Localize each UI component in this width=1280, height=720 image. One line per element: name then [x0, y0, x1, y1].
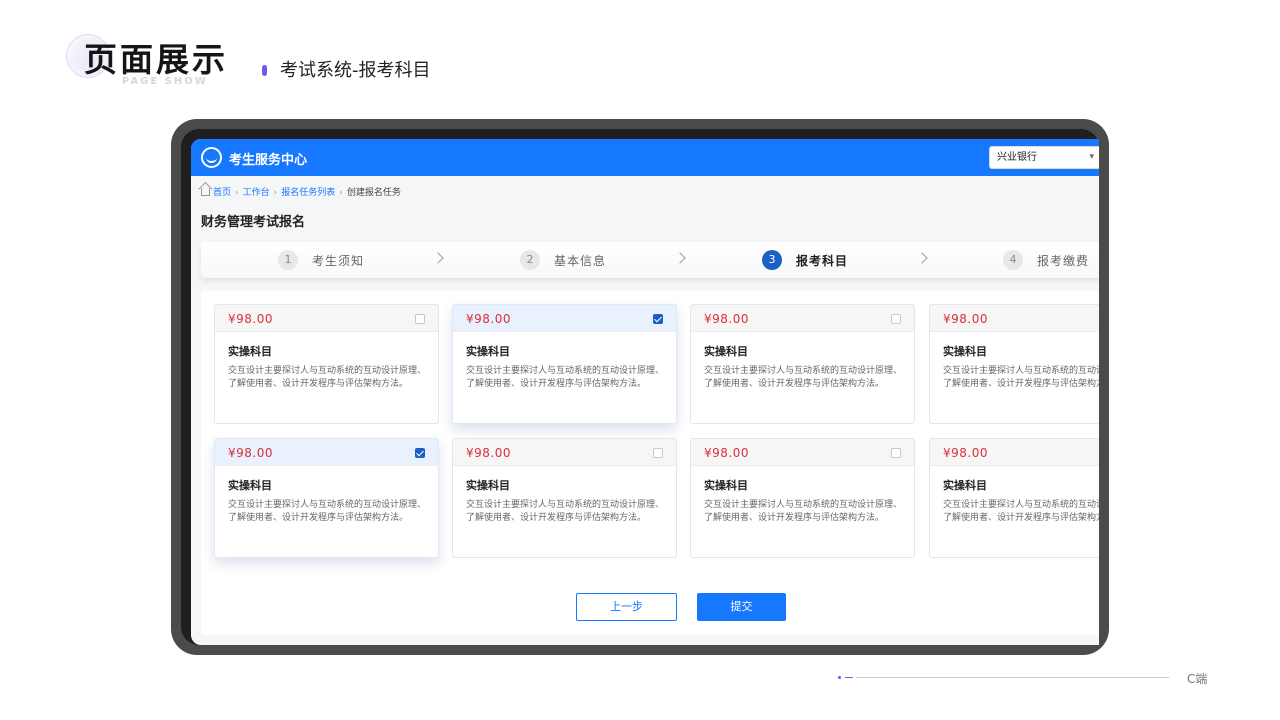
subject-card[interactable]: ¥98.00 实操科目 交互设计主要探讨人与互动系统的互动设计原理、了解使用者、… [929, 304, 1099, 424]
breadcrumb: 首页 › 工作台 › 报名任务列表 › 创建报名任务 [201, 185, 401, 198]
app-logo-icon [201, 147, 222, 168]
app-name: 考生服务中心 [229, 153, 308, 168]
card-description: 交互设计主要探讨人与互动系统的互动设计原理、了解使用者、设计开发程序与评估架构方… [943, 366, 1099, 389]
card-header: ¥98.00 [691, 305, 914, 332]
card-title: 实操科目 [943, 345, 987, 358]
card-header: ¥98.00 [691, 439, 914, 466]
card-header: ¥98.00 [215, 439, 438, 466]
card-header: ¥98.00 [453, 439, 676, 466]
card-checkbox[interactable] [653, 314, 663, 324]
chevron-down-icon: ▾ [1089, 152, 1094, 162]
step-number: 3 [762, 250, 782, 270]
card-description: 交互设计主要探讨人与互动系统的互动设计原理、了解使用者、设计开发程序与评估架构方… [466, 500, 665, 523]
breadcrumb-separator: › [339, 188, 343, 198]
card-checkbox[interactable] [415, 448, 425, 458]
breadcrumb-workbench[interactable]: 工作台 [243, 188, 270, 198]
breadcrumb-home[interactable]: 首页 [213, 188, 231, 198]
page-title: 财务管理考试报名 [201, 215, 306, 230]
step-label: 报考缴费 [1037, 253, 1090, 268]
subject-panel: ¥98.00 实操科目 交互设计主要探讨人与互动系统的互动设计原理、了解使用者、… [201, 291, 1099, 635]
card-price: ¥98.00 [228, 312, 273, 326]
card-price: ¥98.00 [704, 312, 749, 326]
step-label: 报考科目 [796, 253, 849, 268]
card-price: ¥98.00 [943, 312, 988, 326]
step-bar: 1 考生须知 2 基本信息 3 报考科目 4 报考缴费 [201, 242, 1099, 278]
card-header: ¥98.00 [215, 305, 438, 332]
breadcrumb-current: 创建报名任务 [346, 188, 401, 198]
previous-step-button[interactable]: 上一步 [576, 593, 677, 621]
card-title: 实操科目 [466, 479, 510, 492]
card-title: 实操科目 [228, 345, 272, 358]
submit-button[interactable]: 提交 [697, 593, 786, 621]
step-number: 4 [1003, 250, 1023, 270]
footer-dot [838, 676, 841, 679]
step-number: 2 [520, 250, 540, 270]
footer-label: C端 [1187, 672, 1208, 686]
card-title: 实操科目 [704, 345, 748, 358]
card-price: ¥98.00 [466, 446, 511, 460]
footer-line [856, 677, 1169, 678]
accent-dot [262, 65, 267, 76]
card-price: ¥98.00 [943, 446, 988, 460]
card-header: ¥98.00 [453, 305, 676, 332]
breadcrumb-separator: › [235, 188, 239, 198]
subject-card[interactable]: ¥98.00 实操科目 交互设计主要探讨人与互动系统的互动设计原理、了解使用者、… [929, 438, 1099, 558]
chevron-right-icon [432, 252, 444, 264]
subject-card[interactable]: ¥98.00 实操科目 交互设计主要探讨人与互动系统的互动设计原理、了解使用者、… [214, 438, 439, 558]
step-2: 2 基本信息 [520, 250, 606, 270]
tablet-bezel: 考生服务中心 兴业银行 ▾ 首页 › 工作台 › 报名任务列表 › 创建报名任务 财务管理考… [181, 129, 1099, 645]
card-description: 交互设计主要探讨人与互动系统的互动设计原理、了解使用者、设计开发程序与评估架构方… [704, 366, 903, 389]
subject-card[interactable]: ¥98.00 实操科目 交互设计主要探讨人与互动系统的互动设计原理、了解使用者、… [690, 304, 915, 424]
step-number: 1 [278, 250, 298, 270]
slide-title-en: PAGE SHOW [122, 76, 208, 87]
chevron-right-icon [674, 252, 686, 264]
slide-subtitle: 考试系统-报考科目 [280, 60, 431, 81]
step-label: 考生须知 [312, 253, 365, 268]
card-checkbox[interactable] [653, 448, 663, 458]
card-description: 交互设计主要探讨人与互动系统的互动设计原理、了解使用者、设计开发程序与评估架构方… [228, 500, 427, 523]
step-4: 4 报考缴费 [1003, 250, 1089, 270]
home-icon [201, 188, 210, 196]
card-description: 交互设计主要探讨人与互动系统的互动设计原理、了解使用者、设计开发程序与评估架构方… [704, 500, 903, 523]
card-price: ¥98.00 [466, 312, 511, 326]
step-label: 基本信息 [554, 253, 607, 268]
subject-card[interactable]: ¥98.00 实操科目 交互设计主要探讨人与互动系统的互动设计原理、了解使用者、… [214, 304, 439, 424]
step-3: 3 报考科目 [762, 250, 848, 270]
bank-select-value: 兴业银行 [997, 152, 1037, 163]
card-title: 实操科目 [704, 479, 748, 492]
card-checkbox[interactable] [891, 448, 901, 458]
step-1: 1 考生须知 [278, 250, 364, 270]
card-description: 交互设计主要探讨人与互动系统的互动设计原理、了解使用者、设计开发程序与评估架构方… [228, 366, 427, 389]
subject-card[interactable]: ¥98.00 实操科目 交互设计主要探讨人与互动系统的互动设计原理、了解使用者、… [452, 438, 677, 558]
card-header: ¥98.00 [930, 439, 1099, 466]
bank-select[interactable]: 兴业银行 ▾ [989, 146, 1099, 169]
app-top-bar: 考生服务中心 兴业银行 ▾ [191, 139, 1099, 176]
subject-card[interactable]: ¥98.00 实操科目 交互设计主要探讨人与互动系统的互动设计原理、了解使用者、… [452, 304, 677, 424]
card-description: 交互设计主要探讨人与互动系统的互动设计原理、了解使用者、设计开发程序与评估架构方… [466, 366, 665, 389]
card-checkbox[interactable] [891, 314, 901, 324]
tablet-frame: 考生服务中心 兴业银行 ▾ 首页 › 工作台 › 报名任务列表 › 创建报名任务 财务管理考… [171, 119, 1109, 655]
card-checkbox[interactable] [415, 314, 425, 324]
app-screen: 考生服务中心 兴业银行 ▾ 首页 › 工作台 › 报名任务列表 › 创建报名任务 财务管理考… [191, 139, 1099, 645]
card-price: ¥98.00 [704, 446, 749, 460]
card-title: 实操科目 [228, 479, 272, 492]
breadcrumb-separator: › [273, 188, 278, 198]
footer-dash [845, 677, 853, 678]
slide-header: 页面展示 PAGE SHOW 考试系统-报考科目 [66, 28, 666, 98]
card-description: 交互设计主要探讨人与互动系统的互动设计原理、了解使用者、设计开发程序与评估架构方… [943, 500, 1099, 523]
breadcrumb-task-list[interactable]: 报名任务列表 [281, 188, 335, 198]
card-price: ¥98.00 [228, 446, 273, 460]
card-title: 实操科目 [943, 479, 987, 492]
chevron-right-icon [916, 252, 928, 264]
card-title: 实操科目 [466, 345, 510, 358]
subject-card[interactable]: ¥98.00 实操科目 交互设计主要探讨人与互动系统的互动设计原理、了解使用者、… [690, 438, 915, 558]
card-header: ¥98.00 [930, 305, 1099, 332]
